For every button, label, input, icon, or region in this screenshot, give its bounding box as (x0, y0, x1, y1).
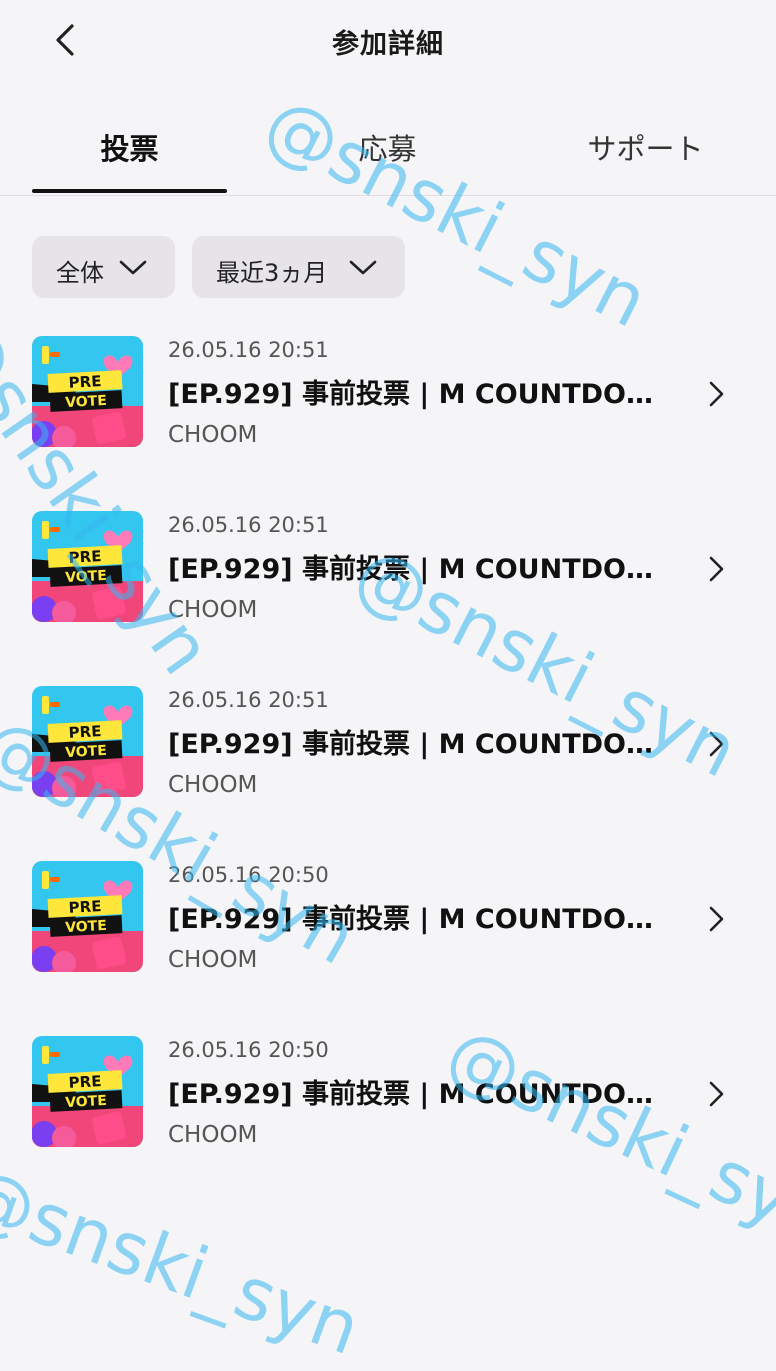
pre-vote-artwork: PREVOTE (32, 1036, 143, 1147)
event-thumbnail: PRE VOTE (32, 861, 143, 972)
sparkle-icon (42, 696, 49, 714)
sparkle-icon (50, 1052, 60, 1057)
sparkle-icon (42, 521, 49, 539)
chevron-down-icon (349, 260, 377, 275)
list-item[interactable]: PRE VOTE 26.05.16 20:51 [EP.929] 事前投票 | M… (0, 686, 776, 861)
sparkle-icon (42, 871, 49, 889)
event-thumbnail: PRE VOTE (32, 686, 143, 797)
item-title: [EP.929] 事前投票 | M COUNTDOWN (168, 1079, 668, 1110)
period-filter-dropdown[interactable]: 最近3ヵ月 (192, 236, 405, 298)
item-organizer: CHOOM (168, 422, 258, 448)
sparkle-icon (42, 1046, 49, 1064)
item-organizer: CHOOM (168, 597, 258, 623)
sparkle-icon (50, 352, 60, 357)
chevron-down-icon (119, 260, 147, 275)
chevron-right-icon (709, 381, 724, 407)
thumb-text-pre: PRE (68, 1072, 102, 1092)
tab-apply[interactable]: 応募 (290, 126, 485, 186)
chevron-right-icon (709, 731, 724, 757)
header: 参加詳細 (0, 0, 776, 80)
item-date: 26.05.16 20:51 (168, 513, 329, 537)
thumb-text-vote: VOTE (65, 743, 107, 761)
thumb-text-pre: PRE (68, 547, 102, 567)
thumb-text-vote: VOTE (65, 393, 107, 411)
thumb-text-pre: PRE (68, 722, 102, 742)
list-item[interactable]: PRE VOTE 26.05.16 20:50 [EP.929] 事前投票 | M… (0, 861, 776, 1036)
item-organizer: CHOOM (168, 1122, 258, 1148)
category-filter-dropdown[interactable]: 全体 (32, 236, 175, 298)
item-title: [EP.929] 事前投票 | M COUNTDOWN (168, 379, 668, 410)
event-thumbnail: PRE VOTE (32, 511, 143, 622)
list-item[interactable]: PRE VOTE 26.05.16 20:51 [EP.929] 事前投票 | M… (0, 336, 776, 511)
thumb-text-vote: VOTE (65, 1093, 107, 1111)
pre-vote-artwork: PREVOTE (32, 336, 143, 447)
item-title: [EP.929] 事前投票 | M COUNTDOWN (168, 904, 668, 935)
item-title: [EP.929] 事前投票 | M COUNTDOWN (168, 729, 668, 760)
item-date: 26.05.16 20:50 (168, 1038, 329, 1062)
item-date: 26.05.16 20:51 (168, 688, 329, 712)
chevron-right-icon (709, 906, 724, 932)
sparkle-icon (50, 877, 60, 882)
thumb-text-vote: VOTE (65, 568, 107, 586)
page-title: 参加詳細 (332, 29, 444, 60)
pre-vote-artwork: PREVOTE (32, 511, 143, 622)
tab-vote[interactable]: 投票 (32, 126, 227, 186)
sparkle-icon (50, 527, 60, 532)
chevron-right-icon (709, 1081, 724, 1107)
tab-bar: 投票 応募 サポート (0, 100, 776, 196)
item-date: 26.05.16 20:51 (168, 338, 329, 362)
list-item[interactable]: PRE VOTE 26.05.16 20:51 [EP.929] 事前投票 | M… (0, 511, 776, 686)
event-thumbnail: PRE VOTE (32, 1036, 143, 1147)
tab-support[interactable]: サポート (548, 126, 743, 186)
thumb-text-pre: PRE (68, 897, 102, 917)
item-title: [EP.929] 事前投票 | M COUNTDOWN (168, 554, 668, 585)
pre-vote-artwork: PREVOTE (32, 861, 143, 972)
pre-vote-artwork: PREVOTE (32, 686, 143, 797)
event-thumbnail: PRE VOTE (32, 336, 143, 447)
active-tab-indicator (32, 189, 227, 193)
item-organizer: CHOOM (168, 947, 258, 973)
period-filter-label: 最近3ヵ月 (216, 259, 328, 287)
list-item[interactable]: PRE VOTE 26.05.16 20:50 [EP.929] 事前投票 | M… (0, 1036, 776, 1211)
chevron-right-icon (709, 556, 724, 582)
thumb-text-pre: PRE (68, 372, 102, 392)
category-filter-label: 全体 (56, 259, 104, 287)
thumb-text-vote: VOTE (65, 918, 107, 936)
sparkle-icon (42, 346, 49, 364)
item-organizer: CHOOM (168, 772, 258, 798)
sparkle-icon (50, 702, 60, 707)
item-date: 26.05.16 20:50 (168, 863, 329, 887)
